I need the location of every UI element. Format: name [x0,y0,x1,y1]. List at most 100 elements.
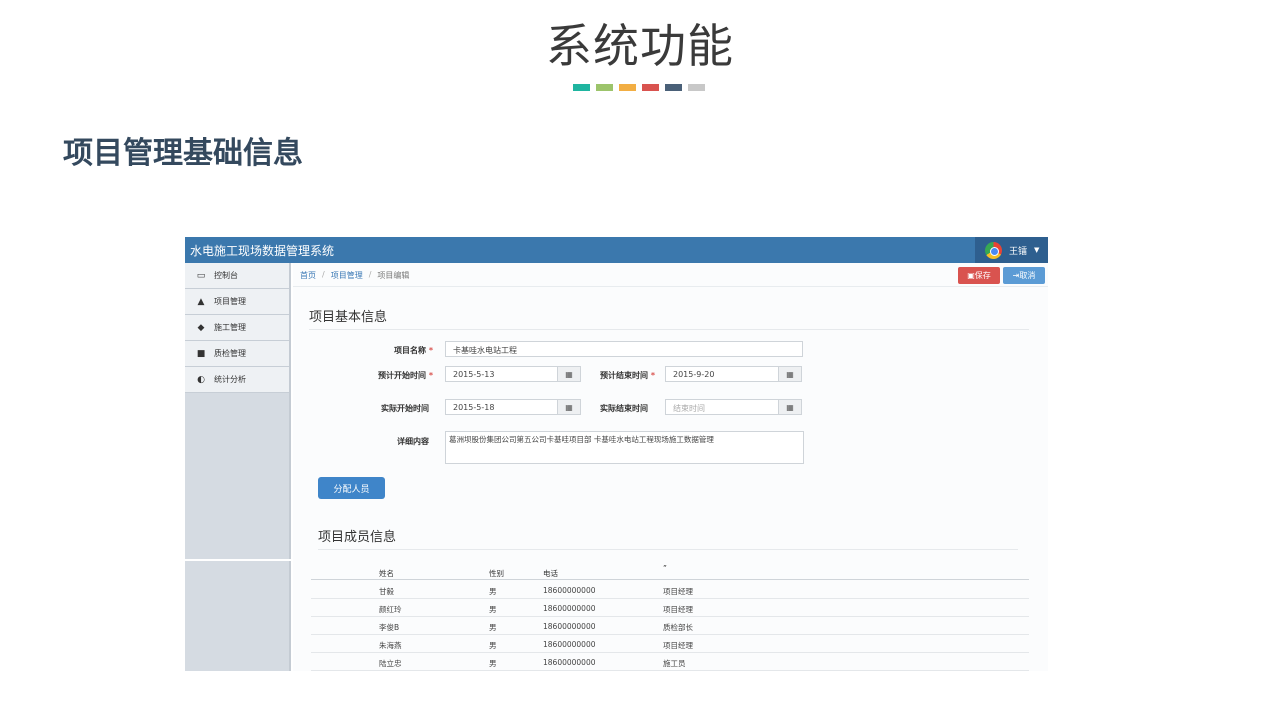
sidebar-item-label: 项目管理 [214,297,246,306]
sidebar-item-construction[interactable]: ◆ 施工管理 [185,315,289,341]
color-bar-swatch [688,84,705,91]
color-bar [573,84,705,91]
cell-gender: 男 [489,641,497,650]
actual-start-label: 实际开始时间 [381,404,429,413]
column-header: 电话 [543,569,558,578]
sidebar-item-label: 施工管理 [214,323,246,332]
members-table-header: 姓名 性别 电话 ” [311,563,1029,580]
members-section-title: 项目成员信息 [318,530,397,545]
actual-start-input[interactable]: 2015-5-18 [445,399,558,415]
top-navbar: 水电施工现场数据管理系统 王镭 ▼ [185,237,1048,263]
cell-gender: 男 [489,605,497,614]
required-mark: * [428,346,433,355]
sidebar-item-statistics[interactable]: ◐ 统计分析 [185,367,289,393]
sidebar: ▭ 控制台 ▲ 项目管理 ◆ 施工管理 ■ 质检管理 ◐ 统计分析 [185,263,291,671]
user-avatar-icon [985,241,1002,259]
sidebar-item-project[interactable]: ▲ 项目管理 [185,289,289,315]
breadcrumb-project[interactable]: 项目管理 [331,270,363,281]
folder-icon: ■ [196,348,206,359]
cell-name: 朱海燕 [379,641,402,650]
required-mark: * [650,371,655,380]
user-name: 王镭 [1009,246,1028,257]
save-icon: ▣ [967,271,975,280]
project-name-input[interactable]: 卡基哇水电站工程 [445,341,803,357]
cell-phone: 18600000000 [543,604,596,613]
cell-role: 项目经理 [663,605,693,614]
column-header: ” [663,564,667,573]
cancel-label: 取消 [1019,271,1036,280]
save-label: 保存 [974,271,991,280]
form-section-title: 项目基本信息 [309,310,388,325]
table-row[interactable]: 朱海燕 男 18600000000 项目经理 [311,635,1029,653]
cancel-button[interactable]: ⇥ 取消 [1003,267,1045,284]
breadcrumb-separator: / [322,270,325,279]
slide-title: 系统功能 [546,19,734,73]
sidebar-item-quality[interactable]: ■ 质检管理 [185,341,289,367]
cell-role: 施工员 [663,659,686,668]
table-row[interactable]: 陆立忠 男 18600000000 施工员 [311,653,1029,671]
plan-end-input[interactable]: 2015-9-20 [665,366,779,382]
color-bar-swatch [619,84,636,91]
sidebar-item-dashboard[interactable]: ▭ 控制台 [185,263,289,289]
cell-name: 甘毅 [379,587,394,596]
cell-name: 颜红玲 [379,605,402,614]
breadcrumb-separator: / [368,270,372,279]
cell-phone: 18600000000 [543,622,596,631]
column-header: 性别 [489,569,504,578]
cell-name: 李俊B [379,623,400,632]
table-row[interactable]: 甘毅 男 18600000000 项目经理 [311,581,1029,599]
color-bar-swatch [642,84,659,91]
breadcrumb-current: 项目编辑 [377,271,410,280]
table-row[interactable]: 李俊B 男 18600000000 质检部长 [311,617,1029,635]
plan-end-label: 预计结束时间 * [555,370,655,381]
cell-role: 项目经理 [663,641,693,650]
breadcrumb: 首页 / 项目管理 / 项目编辑 [300,270,409,281]
app-title: 水电施工现场数据管理系统 [190,244,335,258]
breadcrumb-bar: 首页 / 项目管理 / 项目编辑 ▣ 保存 ⇥ 取消 [293,263,1048,287]
detail-textarea[interactable]: 葛洲坝股份集团公司第五公司卡基哇项目部 卡基哇水电站工程现场施工数据管理 [445,431,804,464]
app-screenshot: 水电施工现场数据管理系统 王镭 ▼ ▭ 控制台 ▲ 项目管理 ◆ 施工管理 ■ … [185,237,1048,671]
assign-staff-button[interactable]: 分配人员 [318,477,385,499]
project-name-label: 项目名称 * [333,345,433,356]
cell-name: 陆立忠 [379,659,402,668]
label-text: 预计结束时间 [600,371,649,380]
laptop-icon: ▭ [196,270,206,281]
color-bar-swatch [596,84,613,91]
calendar-icon[interactable]: ▦ [778,366,802,382]
plan-start-label: 预计开始时间 * [333,370,433,381]
user-menu[interactable]: 王镭 ▼ [975,237,1048,263]
cell-gender: 男 [489,587,497,596]
section-heading: 项目管理基础信息 [63,136,303,171]
sidebar-divider [185,559,291,561]
save-button[interactable]: ▣ 保存 [958,267,1000,284]
divider [318,549,1018,550]
sidebar-item-label: 控制台 [214,271,238,280]
required-mark: * [428,371,433,380]
cell-phone: 18600000000 [543,586,596,595]
breadcrumb-home[interactable]: 首页 [300,270,316,281]
color-bar-swatch [665,84,682,91]
plan-start-input[interactable]: 2015-5-13 [445,366,558,382]
tags-icon: ◆ [197,322,205,333]
column-header: 姓名 [379,569,394,578]
chevron-down-icon: ▼ [1034,246,1040,254]
dashboard-icon: ◐ [197,374,205,385]
calendar-icon[interactable]: ▦ [778,399,802,415]
cell-phone: 18600000000 [543,658,596,667]
sidebar-item-label: 质检管理 [214,349,246,358]
cell-role: 项目经理 [663,587,693,596]
cell-phone: 18600000000 [543,640,596,649]
divider [309,329,1029,330]
actual-end-input[interactable]: 结束时间 [665,399,779,415]
road-icon: ▲ [197,296,205,307]
cell-gender: 男 [489,623,497,632]
label-text: 预计开始时间 [378,371,427,380]
color-bar-swatch [573,84,590,91]
actual-end-label: 实际结束时间 [600,404,648,413]
sidebar-item-label: 统计分析 [214,375,246,384]
cell-role: 质检部长 [663,623,693,632]
main-content: 首页 / 项目管理 / 项目编辑 ▣ 保存 ⇥ 取消 项目基本信息 项目名称 * 卡… [293,263,1048,671]
table-row[interactable]: 颜红玲 男 18600000000 项目经理 [311,599,1029,617]
cell-gender: 男 [489,659,497,668]
label-text: 项目名称 [394,346,427,355]
